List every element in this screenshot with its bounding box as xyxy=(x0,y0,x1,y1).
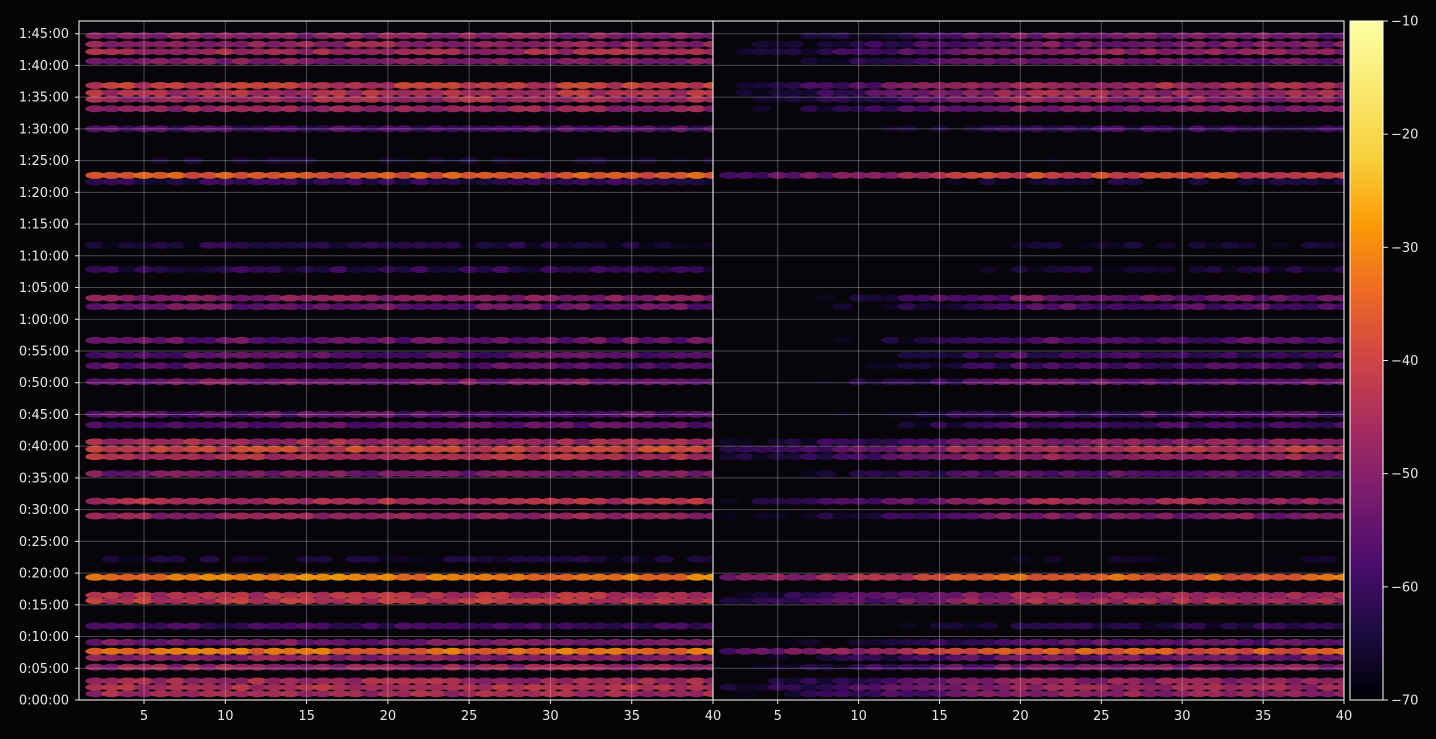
y-axis-ticks: 0:00:00 0:05:00 0:10:00 0:15:00 0:20:00 0:25:… xyxy=(19,27,79,709)
y-tick-label: 0:10:00 xyxy=(19,630,69,645)
x-tick-label: 20 xyxy=(380,709,397,724)
heatmap-cell xyxy=(816,470,837,478)
heatmap-cell xyxy=(1075,178,1096,186)
y-tick-label: 0:15:00 xyxy=(19,598,69,613)
colorbar-tick-label: −50 xyxy=(1391,467,1418,482)
heatmap-cell xyxy=(800,638,821,646)
y-tick-label: 0:25:00 xyxy=(19,535,69,550)
heatmap-cell xyxy=(312,555,333,563)
heatmap-cell xyxy=(978,266,999,273)
heatmap-cell xyxy=(978,622,999,630)
heatmap-cell xyxy=(816,378,837,386)
heatmap-cell xyxy=(247,555,268,563)
y-tick-label: 0:55:00 xyxy=(19,344,69,359)
y-tick-label: 0:20:00 xyxy=(19,567,69,582)
heatmap-cell xyxy=(1188,178,1209,186)
heatmap-cell xyxy=(654,555,675,563)
y-tick-label: 1:45:00 xyxy=(19,27,69,42)
heatmap-cell xyxy=(1317,555,1338,563)
x-tick-label: 30 xyxy=(542,709,559,724)
y-tick-label: 0:50:00 xyxy=(19,376,69,391)
y-tick-label: 1:25:00 xyxy=(19,154,69,169)
heatmap-cell xyxy=(945,178,966,186)
y-tick-label: 0:05:00 xyxy=(19,662,69,677)
y-tick-label: 0:45:00 xyxy=(19,408,69,423)
heatmap-cell xyxy=(994,178,1015,186)
colorbar-tick-label: −70 xyxy=(1391,694,1418,709)
panel-left xyxy=(79,21,713,700)
colorbar-tick-label: −20 xyxy=(1391,128,1418,143)
colorbar-tick-label: −10 xyxy=(1391,15,1418,30)
x-tick-label: 15 xyxy=(298,709,315,724)
colorbar-ticks: −70 −60 −50 −40 −30 −20 −10 xyxy=(1383,15,1418,709)
y-tick-label: 0:35:00 xyxy=(19,471,69,486)
x-tick-label: 25 xyxy=(461,709,478,724)
x-tick-label: 20 xyxy=(1012,709,1029,724)
heatmap-cell xyxy=(897,622,918,630)
x-tick-label: 35 xyxy=(1255,709,1272,724)
heatmap-cell xyxy=(1156,266,1176,273)
heatmap-cell xyxy=(1156,241,1176,249)
y-tick-label: 1:00:00 xyxy=(19,313,69,328)
heatmap-cell xyxy=(1042,555,1063,563)
heatmap-cell xyxy=(751,105,772,113)
heatmap-cell xyxy=(783,40,804,48)
heatmap-cell xyxy=(1123,178,1144,186)
x-tick-label: 15 xyxy=(931,709,948,724)
y-tick-label: 1:05:00 xyxy=(19,281,69,296)
x-tick-label: 40 xyxy=(705,709,722,724)
heatmap-cell xyxy=(166,555,187,563)
heatmap-cell xyxy=(1123,241,1144,249)
x-tick-label: 40 xyxy=(1336,709,1353,724)
panel-right xyxy=(713,21,1344,700)
heatmap-cell xyxy=(1042,241,1063,249)
x-tick-label: 25 xyxy=(1093,709,1110,724)
heatmap-cell xyxy=(1269,555,1290,563)
y-tick-label: 1:40:00 xyxy=(19,59,69,74)
colorbar-tick-label: −30 xyxy=(1391,241,1418,256)
x-tick-label: 5 xyxy=(140,709,148,724)
y-tick-label: 1:30:00 xyxy=(19,122,69,137)
colorbar: −70 −60 −50 −40 −30 −20 −10 xyxy=(1349,15,1418,709)
y-tick-label: 1:10:00 xyxy=(19,249,69,264)
heatmap-cell xyxy=(1156,555,1176,563)
colorbar-gradient xyxy=(1350,21,1383,700)
heatmap-cell xyxy=(199,555,220,563)
x-axis-ticks: 5 10 15 20 25 30 35 40 5 10 15 20 25 30 35 40 xyxy=(140,700,1352,724)
y-tick-label: 1:15:00 xyxy=(19,218,69,233)
heatmap-cell xyxy=(735,438,756,446)
x-tick-label: 35 xyxy=(623,709,640,724)
heatmap-cell xyxy=(719,497,740,505)
x-tick-label: 5 xyxy=(774,709,782,724)
heatmap-cell xyxy=(719,512,740,520)
y-tick-label: 1:35:00 xyxy=(19,91,69,106)
x-tick-label: 10 xyxy=(850,709,867,724)
y-tick-label: 0:30:00 xyxy=(19,503,69,518)
heatmap-cell xyxy=(832,336,853,344)
heatmap-cell xyxy=(816,294,837,302)
heatmap-cell xyxy=(1236,241,1257,249)
colorbar-tick-label: −40 xyxy=(1391,354,1418,369)
heatmap-cell xyxy=(1269,241,1290,249)
y-tick-label: 0:00:00 xyxy=(19,694,69,709)
y-tick-label: 0:40:00 xyxy=(19,440,69,455)
heatmap-cell xyxy=(832,303,853,311)
heatmap-chart: 0:00:00 0:05:00 0:10:00 0:15:00 0:20:00 0:25:… xyxy=(19,15,1419,725)
x-tick-label: 10 xyxy=(217,709,234,724)
heatmap-cell xyxy=(735,690,756,698)
colorbar-tick-label: −60 xyxy=(1391,580,1418,595)
y-tick-label: 1:20:00 xyxy=(19,186,69,201)
x-tick-label: 30 xyxy=(1174,709,1191,724)
